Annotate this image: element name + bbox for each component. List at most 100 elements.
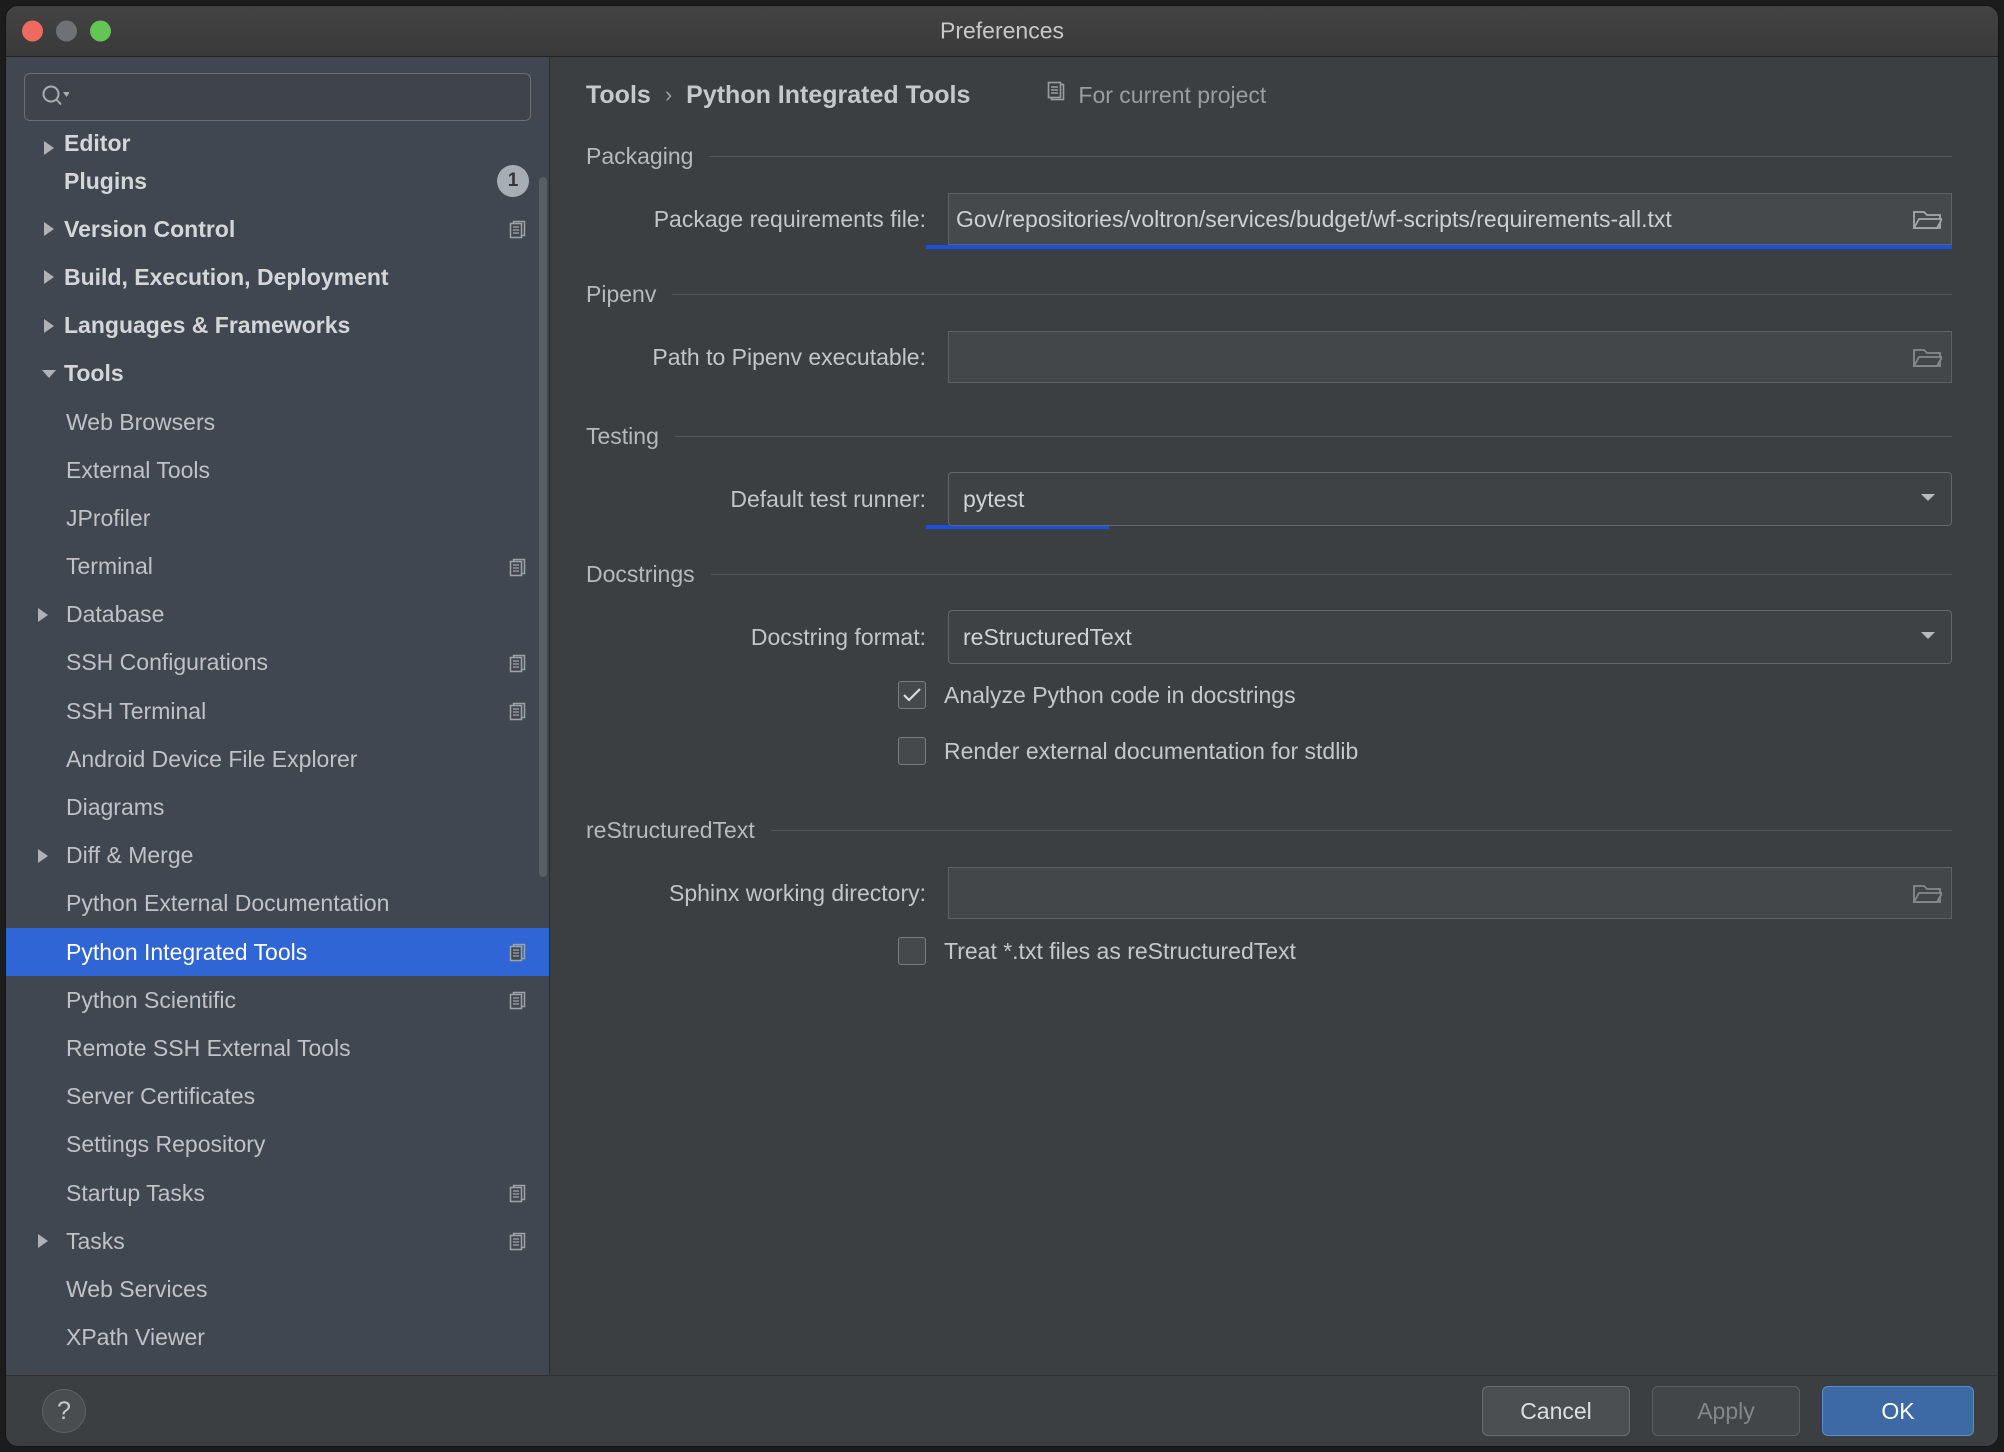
chevron-right-icon[interactable] [28, 606, 58, 624]
folder-icon[interactable] [1903, 207, 1951, 231]
window-title: Preferences [939, 17, 1064, 44]
sidebar-item-tasks[interactable]: Tasks [6, 1217, 549, 1265]
settings-sidebar: Editor Plugins 1 Version Control Build, Exec… [6, 57, 550, 1375]
sidebar-item-version-control[interactable]: Version Control [6, 205, 549, 253]
copy-settings-icon[interactable] [505, 989, 529, 1011]
package-requirements-field[interactable]: Gov/repositories/voltron/services/budget… [948, 193, 1952, 245]
copy-settings-icon[interactable] [505, 556, 529, 578]
section-divider [710, 573, 1952, 575]
sidebar-item-plugins[interactable]: Plugins 1 [6, 157, 549, 205]
docstring-format-label: Docstring format: [750, 623, 926, 650]
copy-settings-icon[interactable] [505, 218, 529, 240]
chevron-right-icon[interactable] [34, 268, 64, 286]
sidebar-scrollbar[interactable] [539, 57, 547, 1375]
default-test-runner-dropdown[interactable]: pytest [948, 472, 1952, 526]
chevron-down-icon[interactable] [34, 366, 64, 382]
search-icon [41, 84, 70, 111]
sidebar-item-build-execution-deployment[interactable]: Build, Execution, Deployment [6, 253, 549, 301]
breadcrumb-separator: › [664, 82, 673, 107]
chevron-right-icon[interactable] [34, 139, 64, 157]
folder-icon[interactable] [1903, 345, 1951, 369]
sidebar-item-editor-partial[interactable]: Editor [6, 133, 549, 157]
copy-settings-icon[interactable] [505, 700, 529, 722]
docstring-format-value: reStructuredText [963, 623, 1132, 650]
pipenv-path-field[interactable] [948, 331, 1952, 383]
chevron-down-icon[interactable] [1919, 628, 1937, 646]
sidebar-item-label: Tasks [66, 1227, 125, 1254]
sidebar-scrollbar-thumb[interactable] [539, 177, 547, 877]
window-titlebar: Preferences [6, 6, 1998, 57]
plugin-update-badge: 1 [497, 165, 529, 198]
help-button[interactable]: ? [42, 1389, 86, 1433]
sidebar-item-server-certificates[interactable]: Server Certificates [6, 1073, 549, 1121]
pipenv-section-header: Pipenv [550, 271, 1998, 317]
ok-button[interactable]: OK [1822, 1386, 1974, 1436]
preferences-window: Preferences Editor Plugins 1 Version Con… [6, 6, 1998, 1446]
breadcrumb-parent[interactable]: Tools [586, 81, 651, 110]
sidebar-item-startup-tasks[interactable]: Startup Tasks [6, 1169, 549, 1217]
analyze-python-code-checkbox[interactable] [898, 681, 926, 709]
section-testing: Testing Default test runner: pytest [550, 413, 1998, 529]
search-box[interactable] [24, 73, 531, 121]
sidebar-item-tools[interactable]: Tools [6, 350, 549, 398]
sidebar-item-settings-repository[interactable]: Settings Repository [6, 1121, 549, 1169]
docstring-format-dropdown[interactable]: reStructuredText [948, 610, 1952, 664]
sidebar-item-label: Terminal [66, 553, 153, 580]
default-test-runner-row: Default test runner: pytest [550, 472, 1998, 526]
sidebar-item-web-browsers[interactable]: Web Browsers [6, 398, 549, 446]
sidebar-item-python-scientific[interactable]: Python Scientific [6, 976, 549, 1024]
sidebar-item-label: Android Device File Explorer [66, 745, 358, 772]
modified-underline [926, 245, 1952, 249]
sidebar-item-label: Web Services [66, 1275, 208, 1302]
settings-tree[interactable]: Editor Plugins 1 Version Control Build, Exec… [6, 131, 549, 1375]
cancel-button[interactable]: Cancel [1482, 1386, 1630, 1436]
sidebar-item-languages-frameworks[interactable]: Languages & Frameworks [6, 302, 549, 350]
chevron-down-icon[interactable] [1919, 490, 1937, 508]
render-external-docs-checkbox[interactable] [898, 737, 926, 765]
treat-txt-as-rst-checkbox[interactable] [898, 937, 926, 965]
folder-icon[interactable] [1903, 881, 1951, 905]
sidebar-item-diagrams[interactable]: Diagrams [6, 783, 549, 831]
chevron-right-icon[interactable] [28, 1232, 58, 1250]
treat-txt-as-rst-label: Treat *.txt files as reStructuredText [944, 937, 1296, 964]
treat-txt-as-rst-checkbox-row[interactable]: Treat *.txt files as reStructuredText [550, 927, 1998, 975]
sphinx-working-directory-field[interactable] [948, 867, 1952, 919]
sidebar-item-web-services[interactable]: Web Services [6, 1265, 549, 1313]
sidebar-item-android-device-file-explorer[interactable]: Android Device File Explorer [6, 735, 549, 783]
sidebar-item-external-tools[interactable]: External Tools [6, 446, 549, 494]
sidebar-item-ssh-terminal[interactable]: SSH Terminal [6, 687, 549, 735]
sidebar-item-label: Version Control [64, 215, 236, 242]
sidebar-item-database[interactable]: Database [6, 591, 549, 639]
section-packaging: Packaging Package requirements file: Gov… [550, 133, 1998, 249]
copy-settings-icon[interactable] [505, 941, 529, 963]
breadcrumb-current: Python Integrated Tools [686, 80, 971, 109]
sidebar-item-diff-merge[interactable]: Diff & Merge [6, 832, 549, 880]
sidebar-item-python-integrated-tools[interactable]: Python Integrated Tools [6, 928, 549, 977]
sidebar-item-label: Python Integrated Tools [66, 938, 308, 965]
sidebar-item-terminal[interactable]: Terminal [6, 543, 549, 591]
chevron-right-icon[interactable] [34, 220, 64, 238]
docstring-format-row: Docstring format: reStructuredText [550, 610, 1998, 664]
sidebar-item-xpath-viewer[interactable]: XPath Viewer [6, 1314, 549, 1362]
render-external-docs-checkbox-row[interactable]: Render external documentation for stdlib [550, 727, 1998, 775]
sidebar-item-ssh-configurations[interactable]: SSH Configurations [6, 639, 549, 687]
packaging-section-header: Packaging [550, 133, 1998, 179]
section-divider [672, 293, 1952, 295]
sidebar-item-label: SSH Configurations [66, 649, 268, 676]
analyze-python-code-checkbox-row[interactable]: Analyze Python code in docstrings [550, 671, 1998, 719]
chevron-right-icon[interactable] [34, 317, 64, 335]
sidebar-item-python-external-documentation[interactable]: Python External Documentation [6, 880, 549, 928]
copy-settings-icon[interactable] [505, 1182, 529, 1204]
search-input[interactable] [77, 85, 530, 109]
packaging-section-title: Packaging [586, 142, 694, 169]
docstrings-section-title: Docstrings [586, 560, 695, 587]
chevron-right-icon[interactable] [28, 847, 58, 865]
sidebar-item-remote-ssh-external-tools[interactable]: Remote SSH External Tools [6, 1024, 549, 1072]
sidebar-item-label: Diff & Merge [66, 842, 194, 869]
apply-button[interactable]: Apply [1652, 1386, 1800, 1436]
copy-settings-icon[interactable] [505, 652, 529, 674]
sidebar-item-jprofiler[interactable]: JProfiler [6, 494, 549, 542]
sidebar-item-label: XPath Viewer [66, 1324, 205, 1351]
default-test-runner-value: pytest [963, 485, 1025, 512]
copy-settings-icon[interactable] [505, 1230, 529, 1252]
